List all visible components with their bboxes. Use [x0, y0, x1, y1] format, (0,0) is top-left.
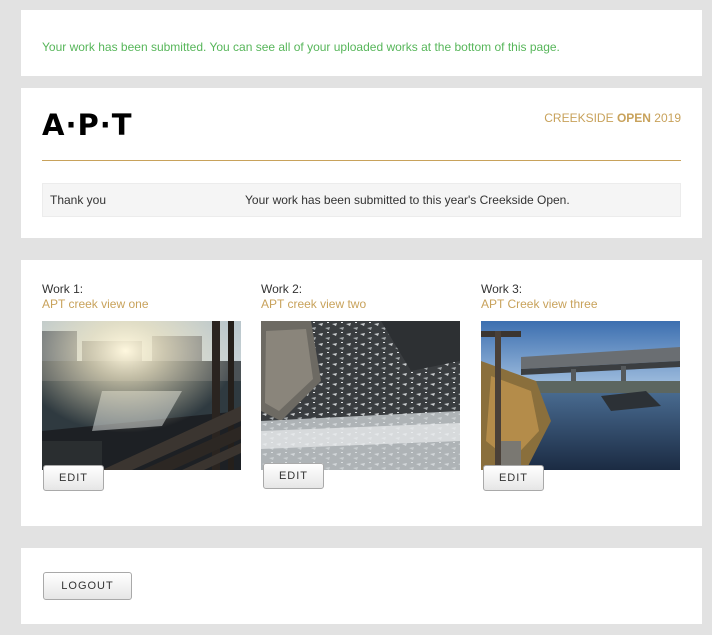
submission-notice-text: Your work has been submitted. You can se… — [42, 40, 560, 54]
event-label: CREEKSIDE OPEN 2019 — [544, 111, 681, 125]
thanks-label: Thank you — [50, 193, 107, 207]
work-thumbnail-3[interactable] — [481, 321, 680, 470]
thanks-row: Thank you Your work has been submitted t… — [42, 183, 681, 217]
work-card-3: Work 3: APT Creek view three EDIT — [481, 282, 681, 491]
work-title: APT creek view two — [261, 297, 367, 311]
works-panel: Work 1: APT creek view one EDIT Work 2: … — [21, 260, 702, 526]
work-card-2: Work 2: APT creek view two EDIT — [261, 282, 461, 489]
work-title: APT creek view one — [42, 297, 149, 311]
submission-notice-panel: Your work has been submitted. You can se… — [21, 10, 702, 76]
edit-button-3[interactable]: EDIT — [483, 465, 544, 491]
work-thumbnail-2[interactable] — [261, 321, 460, 470]
header-divider — [42, 160, 681, 161]
work-number-label: Work 2: — [261, 282, 303, 296]
work-title: APT Creek view three — [481, 297, 598, 311]
header-panel: A·P·T CREEKSIDE OPEN 2019 Thank you Your… — [21, 88, 702, 238]
work-number-label: Work 3: — [481, 282, 523, 296]
work-thumbnail-1[interactable] — [42, 321, 241, 470]
apt-logo: A·P·T — [42, 108, 133, 142]
event-name: CREEKSIDE — [544, 111, 614, 125]
logout-button[interactable]: LOGOUT — [43, 572, 132, 600]
thanks-message: Your work has been submitted to this yea… — [245, 193, 570, 207]
edit-button-1[interactable]: EDIT — [43, 465, 104, 491]
edit-button-2[interactable]: EDIT — [263, 463, 324, 489]
work-card-1: Work 1: APT creek view one EDIT — [42, 282, 242, 491]
logout-panel: LOGOUT — [21, 548, 702, 624]
event-year: 2019 — [654, 111, 681, 125]
event-strong: OPEN — [616, 111, 651, 125]
work-number-label: Work 1: — [42, 282, 84, 296]
